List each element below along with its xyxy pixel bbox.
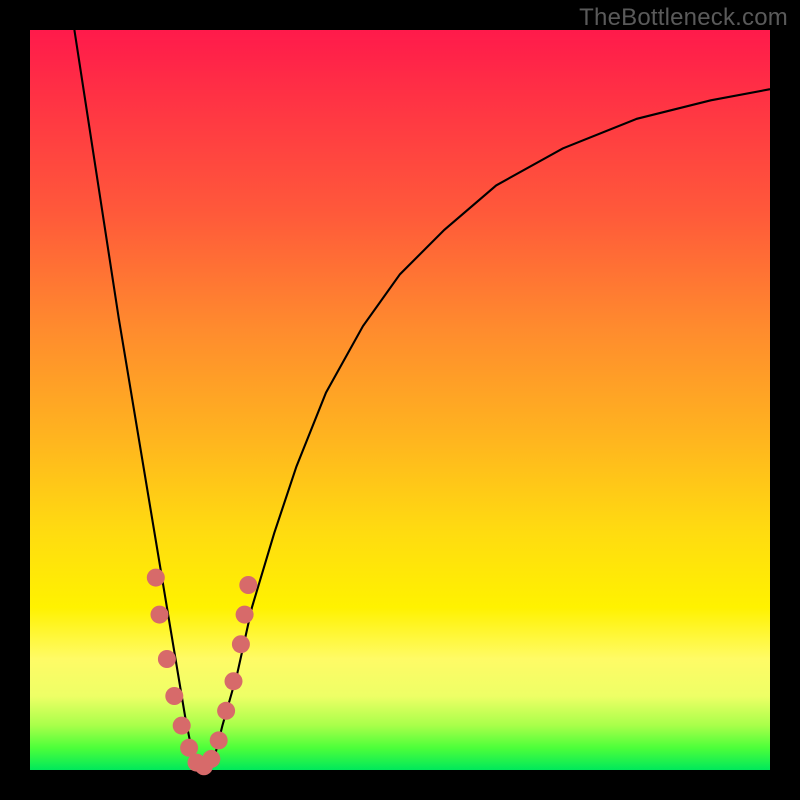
data-point <box>147 569 165 587</box>
data-point <box>236 606 254 624</box>
data-points <box>147 569 257 776</box>
data-point <box>165 687 183 705</box>
data-point <box>210 731 228 749</box>
data-point <box>239 576 257 594</box>
bottleneck-curve <box>74 30 770 770</box>
data-point <box>173 717 191 735</box>
data-point <box>232 635 250 653</box>
data-point <box>202 750 220 768</box>
data-point <box>225 672 243 690</box>
watermark-label: TheBottleneck.com <box>579 4 788 32</box>
chart-frame: TheBottleneck.com <box>0 0 800 800</box>
chart-svg <box>30 30 770 770</box>
data-point <box>158 650 176 668</box>
data-point <box>217 702 235 720</box>
plot-area <box>30 30 770 770</box>
data-point <box>151 606 169 624</box>
